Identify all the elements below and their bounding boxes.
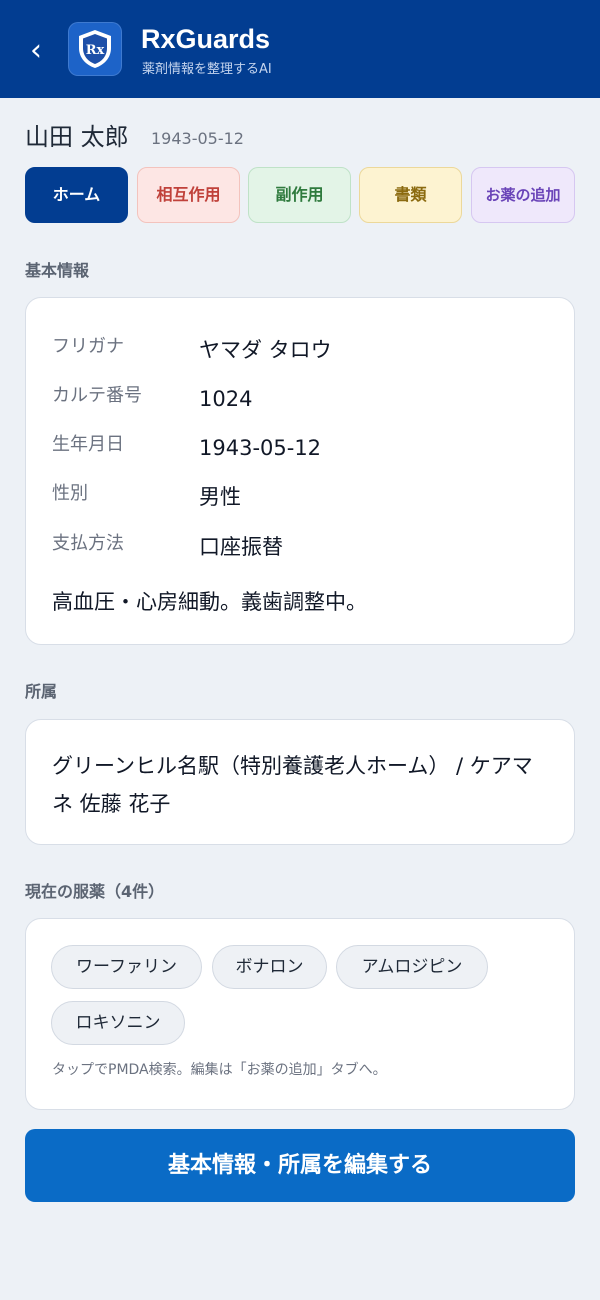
tab-add-medication[interactable]: お薬の追加 [471, 167, 575, 223]
basic-info-heading: 基本情報 [25, 261, 90, 280]
sex-value: 男性 [199, 485, 241, 509]
medication-chip[interactable]: ロキソニン [51, 1001, 185, 1045]
sex-label: 性別 [52, 483, 88, 504]
app-header: ‹ Rx RxGuards 薬剤情報を整理するAI [0, 0, 600, 98]
patient-dob: 1943-05-12 [151, 129, 244, 148]
edit-info-button[interactable]: 基本情報・所属を編集する [25, 1129, 575, 1202]
payment-label: 支払方法 [52, 533, 124, 554]
birthdate-label: 生年月日 [52, 434, 124, 455]
patient-name: 山田 太郎 [25, 123, 129, 151]
affiliation-heading: 所属 [25, 682, 58, 701]
tab-side-effects[interactable]: 副作用 [248, 167, 351, 223]
app-subtitle: 薬剤情報を整理するAI [142, 62, 272, 77]
chevron-left-icon[interactable]: ‹ [22, 36, 50, 66]
tab-interactions[interactable]: 相互作用 [137, 167, 240, 223]
birthdate-value: 1943-05-12 [199, 436, 322, 460]
affiliation-card: グリーンヒル名駅（特別養護老人ホーム） / ケアマネ 佐藤 花子 [25, 719, 575, 845]
medications-hint: タップでPMDA検索。編集は「お薬の追加」タブへ。 [52, 1062, 387, 1078]
medications-card: ワーファリン ボナロン アムロジピン ロキソニン タップでPMDA検索。編集は「… [25, 918, 575, 1110]
medication-chip[interactable]: ボナロン [212, 945, 327, 989]
medications-heading: 現在の服薬（4件） [25, 882, 165, 901]
chart-number-label: カルテ番号 [52, 385, 142, 406]
logo-text: Rx [86, 43, 105, 58]
patient-note: 高血圧・心房細動。義歯調整中。 [52, 590, 367, 614]
basic-info-card: フリガナ ヤマダ タロウ カルテ番号 1024 生年月日 1943-05-12 … [25, 297, 575, 645]
app-logo: Rx [68, 22, 122, 76]
affiliation-text: グリーンヒル名駅（特別養護老人ホーム） / ケアマネ 佐藤 花子 [52, 754, 533, 816]
shield-icon: Rx [79, 30, 111, 68]
furigana-value: ヤマダ タロウ [199, 338, 332, 362]
tab-documents[interactable]: 書類 [359, 167, 462, 223]
chart-number-value: 1024 [199, 387, 253, 411]
app-title: RxGuards [141, 24, 271, 54]
medication-chip[interactable]: ワーファリン [51, 945, 202, 989]
furigana-label: フリガナ [52, 336, 124, 357]
tab-home[interactable]: ホーム [25, 167, 128, 223]
medication-chip[interactable]: アムロジピン [336, 945, 488, 989]
payment-value: 口座振替 [199, 535, 283, 559]
